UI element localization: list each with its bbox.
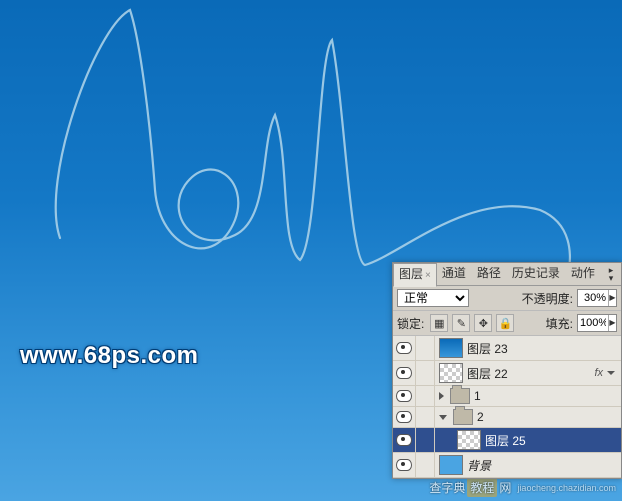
fill-input[interactable] <box>578 316 608 330</box>
lock-pixels-icon[interactable]: ✎ <box>452 314 470 332</box>
visibility-toggle[interactable] <box>393 428 416 452</box>
group-row-1[interactable]: 1 <box>393 386 621 407</box>
layer-name[interactable]: 背景 <box>467 457 621 474</box>
layer-name[interactable]: 图层 23 <box>467 340 621 357</box>
lock-label: 锁定: <box>397 315 424 332</box>
blend-mode-select[interactable]: 正常 <box>397 289 469 307</box>
watermark-site: 查字典 教程 网 jiaocheng.chazidian.com <box>429 478 616 497</box>
layer-thumbnail[interactable] <box>439 455 463 475</box>
tab-paths[interactable]: 路径 <box>472 263 507 285</box>
layer-row-25[interactable]: 图层 25 <box>393 428 621 453</box>
layers-panel[interactable]: 图层× 通道 路径 历史记录 动作 ▸▾ 正常 不透明度: ▶ 锁定: ▦ ✎ … <box>392 262 622 479</box>
link-col[interactable] <box>416 428 435 452</box>
group-row-2[interactable]: 2 <box>393 407 621 428</box>
layer-list[interactable]: 图层 23 图层 22 fx 1 2 <box>393 336 621 478</box>
visibility-toggle[interactable] <box>393 453 416 477</box>
lock-transparency-icon[interactable]: ▦ <box>430 314 448 332</box>
opacity-label: 不透明度: <box>522 290 573 307</box>
fx-badge[interactable]: fx <box>594 367 603 379</box>
watermark-url: www.68ps.com <box>20 342 199 370</box>
lock-all-icon[interactable]: 🔒 <box>496 314 514 332</box>
opacity-flyout-arrow[interactable]: ▶ <box>608 290 616 306</box>
link-col[interactable] <box>416 361 435 385</box>
link-col[interactable] <box>416 336 435 360</box>
eye-icon <box>396 411 412 423</box>
lock-fill-row: 锁定: ▦ ✎ ✥ 🔒 填充: ▶ <box>393 311 621 336</box>
group-expand-icon[interactable] <box>439 392 444 400</box>
group-name[interactable]: 1 <box>474 389 621 403</box>
layer-name[interactable]: 图层 25 <box>485 432 621 449</box>
visibility-toggle[interactable] <box>393 386 416 406</box>
eye-icon <box>396 434 412 446</box>
visibility-toggle[interactable] <box>393 407 416 427</box>
link-col[interactable] <box>416 453 435 477</box>
layer-thumbnail[interactable] <box>457 430 481 450</box>
eye-icon <box>396 342 412 354</box>
eye-icon <box>396 459 412 471</box>
visibility-toggle[interactable] <box>393 336 416 360</box>
visibility-toggle[interactable] <box>393 361 416 385</box>
blend-opacity-row: 正常 不透明度: ▶ <box>393 286 621 311</box>
layer-row-22[interactable]: 图层 22 fx <box>393 361 621 386</box>
group-name[interactable]: 2 <box>477 410 621 424</box>
tab-layers[interactable]: 图层× <box>393 263 437 287</box>
layer-row-background[interactable]: 背景 <box>393 453 621 478</box>
panel-menu-button[interactable]: ▸▾ <box>603 266 621 282</box>
opacity-field[interactable]: ▶ <box>577 289 617 307</box>
panel-tab-bar: 图层× 通道 路径 历史记录 动作 ▸▾ <box>393 263 621 286</box>
eye-icon <box>396 367 412 379</box>
layer-name[interactable]: 图层 22 <box>467 365 594 382</box>
tab-actions[interactable]: 动作 <box>566 263 601 285</box>
link-col[interactable] <box>416 407 435 427</box>
lock-position-icon[interactable]: ✥ <box>474 314 492 332</box>
group-expand-icon[interactable] <box>439 415 447 420</box>
layer-thumbnail[interactable] <box>439 363 463 383</box>
link-col[interactable] <box>416 386 435 406</box>
fill-field[interactable]: ▶ <box>577 314 617 332</box>
tab-channels[interactable]: 通道 <box>437 263 472 285</box>
folder-icon <box>450 388 470 404</box>
layer-thumbnail[interactable] <box>439 338 463 358</box>
tab-history[interactable]: 历史记录 <box>507 263 566 285</box>
fill-label: 填充: <box>546 315 573 332</box>
fill-flyout-arrow[interactable]: ▶ <box>608 315 616 331</box>
fx-expand-icon[interactable] <box>607 371 615 375</box>
opacity-input[interactable] <box>578 291 608 305</box>
eye-icon <box>396 390 412 402</box>
folder-icon <box>453 409 473 425</box>
layer-row-23[interactable]: 图层 23 <box>393 336 621 361</box>
